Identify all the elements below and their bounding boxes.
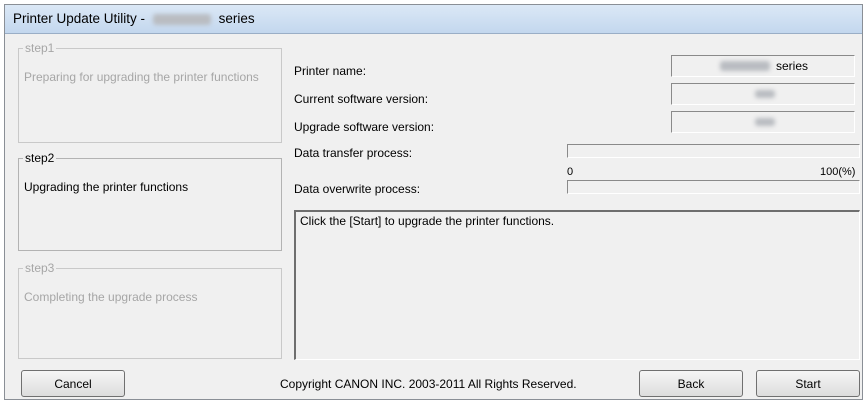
window-title: Printer Update Utility - series xyxy=(13,11,255,26)
step2-panel: step2 Upgrading the printer functions xyxy=(18,151,282,251)
step1-legend: step1 xyxy=(25,41,55,55)
step2-description: Upgrading the printer functions xyxy=(24,180,189,194)
step3-legend: step3 xyxy=(25,261,55,275)
upgrade-version-label: Upgrade software version: xyxy=(294,120,435,134)
title-bar: Printer Update Utility - series xyxy=(5,5,862,34)
transfer-label: Data transfer process: xyxy=(294,146,413,160)
printer-name-label: Printer name: xyxy=(294,64,367,78)
copyright-text: Copyright CANON INC. 2003-2011 All Right… xyxy=(280,377,577,391)
step1-description: Preparing for upgrading the printer func… xyxy=(24,70,259,84)
step3-panel: step3 Completing the upgrade process xyxy=(18,261,282,359)
overwrite-label: Data overwrite process: xyxy=(294,182,421,196)
redacted-upgrade-version xyxy=(755,118,775,126)
redacted-current-version xyxy=(755,90,775,98)
start-button[interactable]: Start xyxy=(756,370,860,397)
printer-name-suffix: series xyxy=(776,59,809,73)
window-title-suffix: series xyxy=(218,11,255,26)
overwrite-progress-bar xyxy=(567,180,860,194)
progress-scale-min: 0 xyxy=(567,166,574,178)
step1-panel: step1 Preparing for upgrading the printe… xyxy=(18,41,282,143)
progress-scale-max: 100(%) xyxy=(820,166,856,178)
redacted-model-name xyxy=(152,13,211,25)
redacted-printer-model xyxy=(720,61,770,71)
printer-name-field: series xyxy=(671,55,855,77)
step2-legend: step2 xyxy=(25,151,55,165)
step3-description: Completing the upgrade process xyxy=(24,290,198,304)
printer-update-dialog: Printer Update Utility - series step1 Pr… xyxy=(4,4,863,400)
window-title-prefix: Printer Update Utility - xyxy=(13,11,146,26)
current-version-field xyxy=(671,83,855,105)
upgrade-version-field xyxy=(671,111,855,133)
cancel-button[interactable]: Cancel xyxy=(21,370,125,397)
back-button[interactable]: Back xyxy=(639,370,743,397)
status-message-box: Click the [Start] to upgrade the printer… xyxy=(294,210,860,360)
current-version-label: Current software version: xyxy=(294,92,429,106)
transfer-progress-bar xyxy=(567,144,860,158)
